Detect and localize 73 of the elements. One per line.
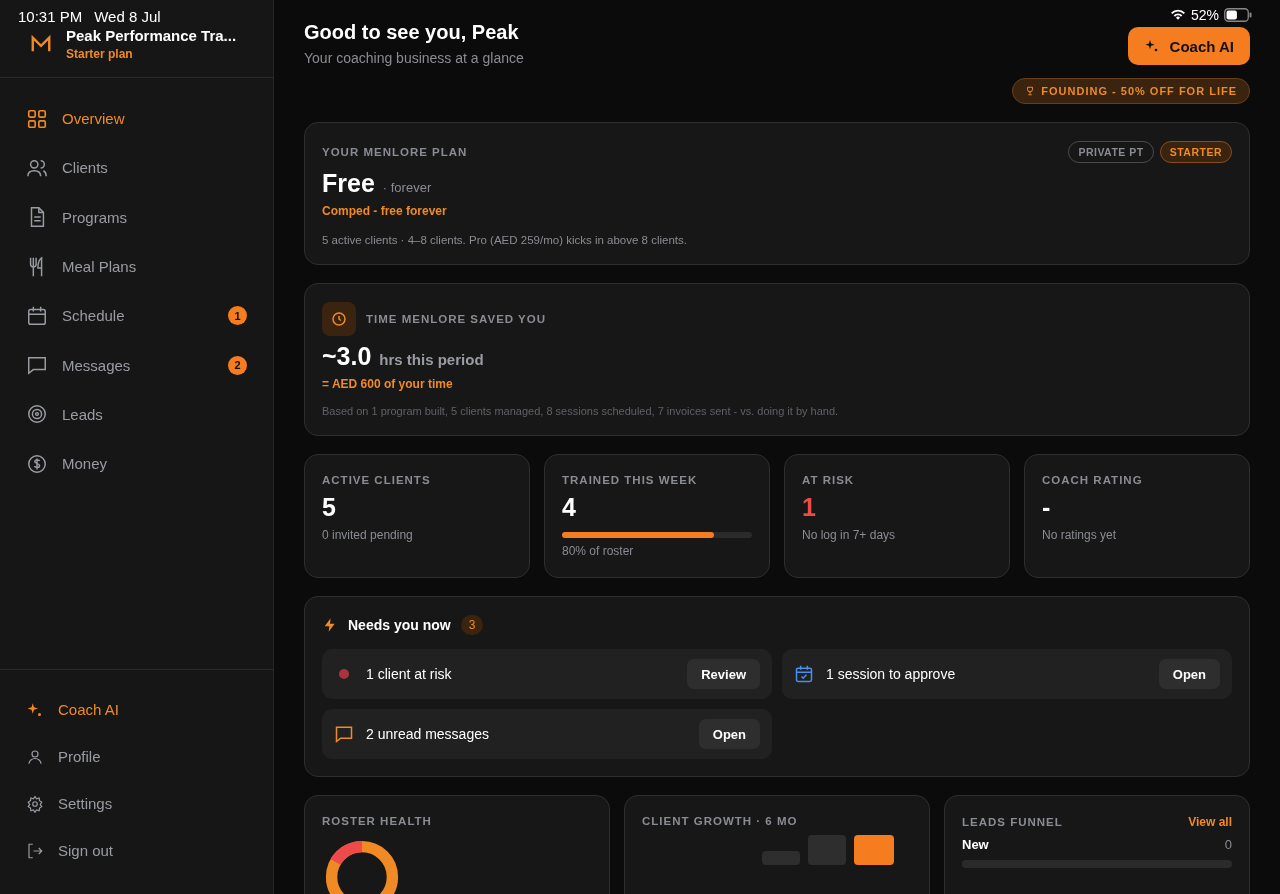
plan-price: Free [322,169,375,198]
time-worth: = AED 600 of your time [322,377,454,391]
sidebar-link[interactable]: Settings [0,780,273,827]
stat-note: No log in 7+ days [802,528,897,542]
card-heading: YOUR MENLORE PLAN [322,146,468,158]
chat-icon [334,724,354,744]
user-icon [26,747,44,766]
nav-item[interactable]: Money [0,439,273,489]
status-time: 10:31 PM [18,8,83,25]
promo-badge: FOUNDING - 50% OFF FOR LIFE [1012,78,1250,104]
calendar-icon [26,304,48,327]
action-button[interactable]: Review [687,659,760,689]
stat-value: 5 [322,492,337,522]
sign-out-icon [26,841,44,860]
task-text: 1 session to approve [826,666,957,682]
calendar-check-icon [794,664,814,684]
stat-note: 0 invited pending [322,528,414,542]
stat-value: 4 [562,492,577,522]
stat-label: AT RISK [802,474,856,486]
nav-item[interactable]: Schedule 1 [0,291,273,341]
count-badge: 2 [228,355,247,375]
sidebar-link[interactable]: Sign out [0,827,273,874]
settings-icon [26,794,44,813]
stat-value: 1 [802,492,817,522]
chat-icon [26,354,48,377]
greeting-subtitle: Your coaching business at a glance [304,50,524,66]
wifi-icon [1169,9,1186,21]
count-badge: 1 [228,306,247,326]
view-all-link[interactable]: View all [1188,815,1232,829]
sidebar-link[interactable]: Profile [0,733,273,780]
nav-item[interactable]: Leads [0,389,273,440]
plan-detail: 5 active clients · 4–8 clients. Pro (AED 259/mo) kicks in above 8 clients. [322,234,688,246]
coach-ai-button[interactable]: Coach AI [1127,27,1250,65]
funnel-count: 0 [1224,837,1232,852]
card-heading: CLIENT GROWTH · 6 MO [642,815,799,827]
nav-item[interactable]: Meal Plans [0,241,273,292]
stat-label: COACH RATING [1042,474,1144,486]
plan-note: Comped - free forever [322,204,448,218]
business-name: Peak Performance Tra... [66,27,237,44]
stat-note: No ratings yet [1042,528,1118,542]
plan-period: · forever [382,180,432,195]
nav-item[interactable]: Clients [0,143,273,193]
task-text: 2 unread messages [366,726,490,742]
count-badge: 3 [460,615,484,635]
nav-item[interactable]: Messages 2 [0,340,273,390]
hours-unit: hrs this period [379,351,484,368]
plan-label: Starter plan [66,47,134,61]
stat-label: TRAINED THIS WEEK [562,474,699,486]
task-text: 1 client at risk [366,666,453,682]
sidebar-link[interactable]: Coach AI [0,686,273,733]
target-icon [26,403,48,426]
status-date: Wed 8 Jul [94,8,161,25]
hours-value: ~3.0 [322,342,372,371]
plan-tag: STARTER [1159,141,1232,163]
nav-item[interactable]: Overview [0,94,273,144]
nav-item[interactable]: Programs [0,192,273,242]
card-heading: ROSTER HEALTH [322,815,433,827]
stat-label: ACTIVE CLIENTS [322,474,432,486]
battery-percent: 52% [1190,7,1219,23]
card-heading: TIME MENLORE SAVED YOU [366,313,547,325]
dollar-icon [26,452,48,475]
card-heading: LEADS FUNNEL [962,816,1063,828]
funnel-label: New [962,837,989,852]
clock-icon [322,302,356,336]
action-button[interactable]: Open [698,719,760,749]
stat-value: - [1042,492,1052,522]
section-title: Needs you now [348,617,451,633]
stat-note: 80% of roster [562,544,635,558]
action-button[interactable]: Open [1158,659,1220,689]
time-detail: Based on 1 program built, 5 clients managed, 8 sessions scheduled, 7 invoices sent - vs. doing it by hand. [322,405,840,417]
grid-icon [26,107,48,130]
greeting-title: Good to see you, Peak [304,21,520,44]
battery-icon [1224,8,1252,22]
